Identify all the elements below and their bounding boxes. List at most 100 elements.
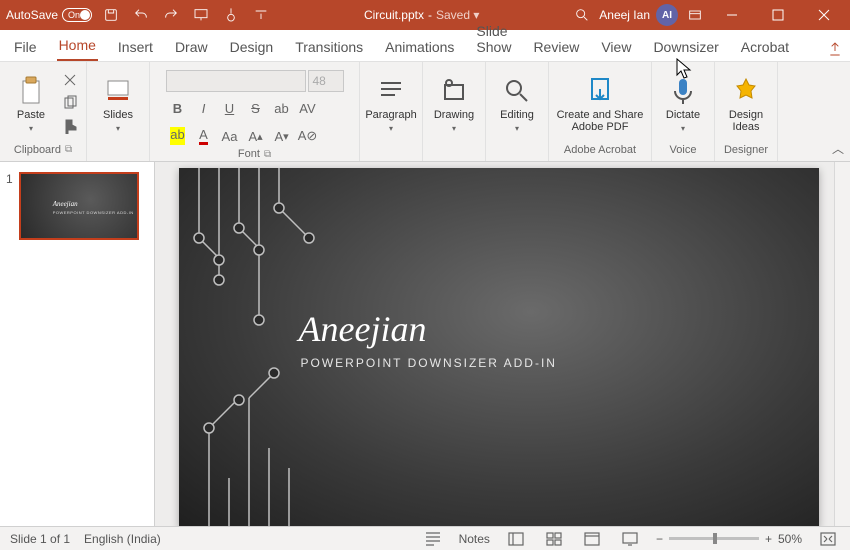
tab-home[interactable]: Home <box>57 31 98 61</box>
qat-customize-icon[interactable] <box>250 4 272 26</box>
change-case-button[interactable]: Aa <box>218 124 242 148</box>
strike-button[interactable]: S <box>244 96 268 120</box>
font-label: Font <box>238 148 260 160</box>
tab-draw[interactable]: Draw <box>173 33 210 61</box>
thumb-item[interactable]: 1 Aneejian POWERPOINT DOWNSIZER ADD-IN <box>6 172 148 240</box>
ribbon-tabs: File Home Insert Draw Design Transitions… <box>0 30 850 62</box>
search-icon[interactable] <box>571 4 593 26</box>
slide-title[interactable]: Aneejian <box>299 308 427 350</box>
zoom-slider[interactable] <box>669 537 759 540</box>
reading-view-icon[interactable] <box>580 529 604 549</box>
editing-button[interactable]: Editing▾ <box>492 66 542 142</box>
acrobat-label: Adobe Acrobat <box>564 144 636 156</box>
save-state[interactable]: Saved ▾ <box>436 8 479 22</box>
font-launcher-icon[interactable]: ⧉ <box>264 149 271 160</box>
clipboard-label: Clipboard <box>14 144 61 156</box>
close-button[interactable] <box>804 0 844 30</box>
tab-downsizer[interactable]: Downsizer <box>651 33 720 61</box>
collapse-ribbon-icon[interactable]: ︿ <box>832 140 844 157</box>
slideshow-view-icon[interactable] <box>618 529 642 549</box>
clear-format-button[interactable]: A⊘ <box>296 124 320 148</box>
avatar-initials: AI <box>662 10 672 21</box>
avatar[interactable]: AI <box>656 4 678 26</box>
ribbon: Paste▾ Clipboard ⧉ Slides▾ 48 <box>0 62 850 162</box>
autosave-state: On <box>68 10 80 20</box>
tab-view[interactable]: View <box>599 33 633 61</box>
character-spacing-button[interactable]: AV <box>296 96 320 120</box>
vertical-scrollbar[interactable] <box>834 162 850 526</box>
fit-window-icon[interactable] <box>816 529 840 549</box>
increase-font-button[interactable]: A▴ <box>244 124 268 148</box>
drawing-button[interactable]: Drawing▾ <box>429 66 479 142</box>
autosave-label: AutoSave <box>6 8 58 22</box>
notes-button[interactable] <box>421 529 445 549</box>
paste-button[interactable]: Paste▾ <box>6 66 56 142</box>
tab-animations[interactable]: Animations <box>383 33 456 61</box>
group-clipboard: Paste▾ Clipboard ⧉ <box>0 62 87 161</box>
shadow-button[interactable]: ab <box>270 96 294 120</box>
design-ideas-button[interactable]: Design Ideas <box>721 66 771 142</box>
slide-counter[interactable]: Slide 1 of 1 <box>10 532 70 546</box>
clipboard-launcher-icon[interactable]: ⧉ <box>65 144 72 155</box>
tab-review[interactable]: Review <box>531 33 581 61</box>
touch-mode-icon[interactable] <box>220 4 242 26</box>
highlight-button[interactable]: ab <box>166 124 190 148</box>
thumbnail-slide-1[interactable]: Aneejian POWERPOINT DOWNSIZER ADD-IN <box>19 172 139 240</box>
user-name[interactable]: Aneej Ian <box>599 8 650 22</box>
design-ideas-label: Design Ideas <box>721 109 771 133</box>
notes-label[interactable]: Notes <box>459 532 490 546</box>
slide-subtitle[interactable]: POWERPOINT DOWNSIZER ADD-IN <box>301 356 557 370</box>
redo-icon[interactable] <box>160 4 182 26</box>
save-icon[interactable] <box>100 4 122 26</box>
dictate-label: Dictate <box>666 109 700 121</box>
paragraph-label: Paragraph <box>365 109 416 121</box>
autosave-toggle[interactable]: AutoSave On <box>6 8 92 22</box>
slides-button[interactable]: Slides▾ <box>93 66 143 142</box>
status-bar: Slide 1 of 1 English (India) Notes − + 5… <box>0 526 850 550</box>
font-size-select[interactable]: 48 <box>308 70 344 92</box>
slide-canvas-area[interactable]: Aneejian POWERPOINT DOWNSIZER ADD-IN <box>155 162 850 526</box>
zoom-out-button[interactable]: − <box>656 532 663 546</box>
zoom-percent[interactable]: 50% <box>778 532 802 546</box>
group-font: 48 B I U S ab AV ab A Aa A▴ A▾ A⊘ Font ⧉ <box>150 62 360 161</box>
slide[interactable]: Aneejian POWERPOINT DOWNSIZER ADD-IN <box>179 168 819 526</box>
underline-button[interactable]: U <box>218 96 242 120</box>
font-color-button[interactable]: A <box>192 124 216 148</box>
title-bar: AutoSave On Circuit.pptx - Saved ▾ Aneej… <box>0 0 850 30</box>
present-icon[interactable] <box>190 4 212 26</box>
italic-button[interactable]: I <box>192 96 216 120</box>
copy-icon[interactable] <box>60 93 80 113</box>
share-button[interactable] <box>827 41 843 61</box>
maximize-button[interactable] <box>758 0 798 30</box>
tab-insert[interactable]: Insert <box>116 33 155 61</box>
paragraph-button[interactable]: Paragraph▾ <box>366 66 416 142</box>
font-family-select[interactable] <box>166 70 306 92</box>
language-status[interactable]: English (India) <box>84 532 161 546</box>
zoom-control[interactable]: − + 50% <box>656 532 802 546</box>
tab-acrobat[interactable]: Acrobat <box>739 33 791 61</box>
undo-icon[interactable] <box>130 4 152 26</box>
cut-icon[interactable] <box>60 70 80 90</box>
normal-view-icon[interactable] <box>504 529 528 549</box>
document-title: Circuit.pptx <box>364 8 424 22</box>
paste-label: Paste <box>17 109 45 121</box>
tab-file[interactable]: File <box>12 33 39 61</box>
zoom-in-button[interactable]: + <box>765 532 772 546</box>
minimize-button[interactable] <box>712 0 752 30</box>
ribbon-display-icon[interactable] <box>684 4 706 26</box>
editing-label: Editing <box>500 109 534 121</box>
group-voice: Dictate▾ Voice <box>652 62 715 161</box>
create-pdf-button[interactable]: Create and Share Adobe PDF <box>555 66 645 142</box>
tab-design[interactable]: Design <box>228 33 276 61</box>
group-drawing: Drawing▾ <box>423 62 486 161</box>
tab-slide-show[interactable]: Slide Show <box>474 17 513 61</box>
slides-label: Slides <box>103 109 133 121</box>
bold-button[interactable]: B <box>166 96 190 120</box>
decrease-font-button[interactable]: A▾ <box>270 124 294 148</box>
group-designer: Design Ideas Designer <box>715 62 778 161</box>
sorter-view-icon[interactable] <box>542 529 566 549</box>
format-painter-icon[interactable] <box>60 116 80 136</box>
tab-transitions[interactable]: Transitions <box>293 33 365 61</box>
dictate-button[interactable]: Dictate▾ <box>658 66 708 142</box>
slide-thumbnail-pane[interactable]: 1 Aneejian POWERPOINT DOWNSIZER ADD-IN <box>0 162 155 526</box>
